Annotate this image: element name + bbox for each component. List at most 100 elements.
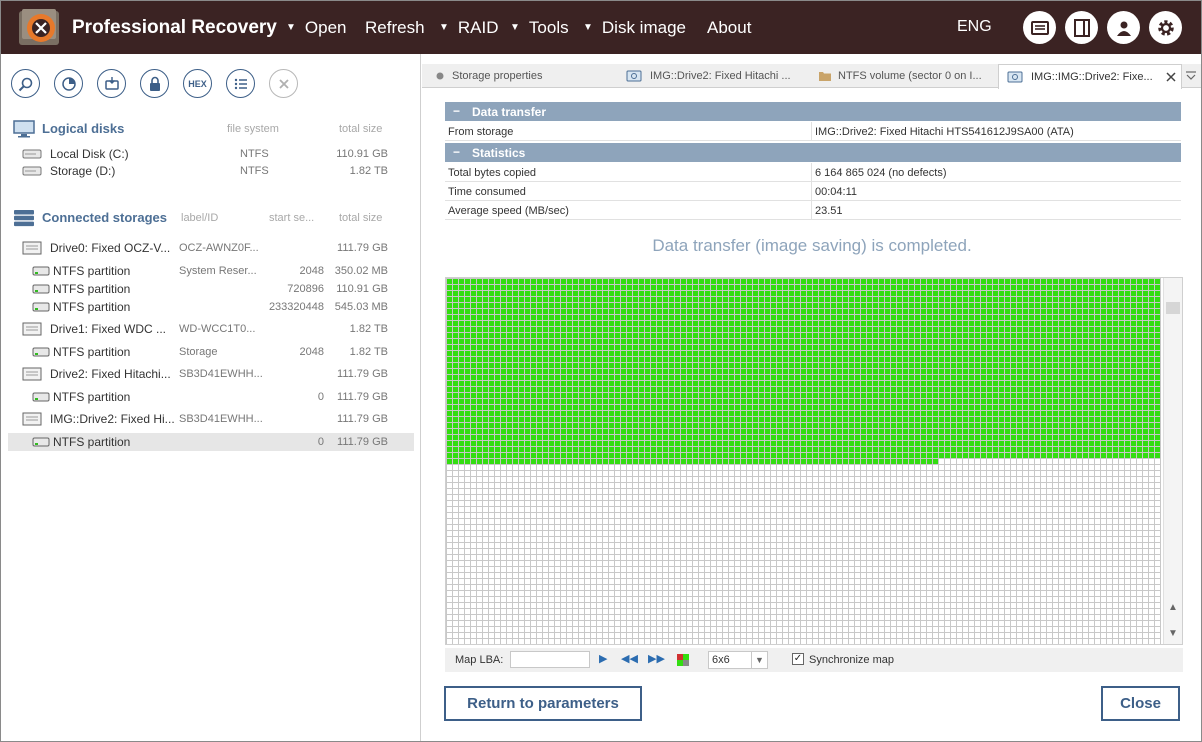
partition-icon	[32, 302, 50, 312]
sync-map-checkbox[interactable]: ✓	[792, 653, 804, 665]
storage-panel: HEX Logical disks file system total size…	[1, 54, 421, 741]
partition-item[interactable]: NTFS partition 233320448 545.03 MB	[8, 298, 414, 316]
partition-item[interactable]: NTFS partition 0 111.79 GB	[8, 388, 414, 406]
scroll-up-icon[interactable]: ▲	[1168, 602, 1178, 613]
hex-button[interactable]: HEX	[183, 69, 212, 98]
app-window: Professional Recovery ▼ Open Refresh ▼ RAI…	[0, 0, 1202, 742]
panel-icon	[1073, 18, 1090, 37]
encryption-button[interactable]	[140, 69, 169, 98]
partition-item[interactable]: NTFS partition Storage 2048 1.82 TB	[8, 343, 414, 361]
fast-forward-icon: ▶▶	[648, 653, 665, 665]
tab-bar: Storage properties IMG::Drive2: Fixed Hi…	[422, 64, 1201, 89]
map-legend-icon[interactable]	[677, 654, 689, 666]
map-controls: Map LBA: ▶ ◀◀ ▶▶ 6x6 ▼ ✓ Synchronize map	[445, 648, 1183, 672]
scan-button[interactable]	[11, 69, 40, 98]
account-button[interactable]	[1107, 11, 1140, 44]
image-file-icon	[104, 76, 119, 90]
menu-refresh[interactable]: Refresh	[365, 18, 425, 38]
tab-storage-properties[interactable]: Storage properties	[432, 64, 622, 88]
col-header-total-size[interactable]: total size	[339, 123, 382, 135]
storage-drive-item[interactable]: Drive0: Fixed OCZ-V... OCZ-AWNZ0F... 111.7…	[8, 239, 414, 257]
monitor-icon	[13, 120, 35, 138]
block-size-select[interactable]: 6x6 ▼	[708, 651, 768, 669]
log-button[interactable]	[1023, 11, 1056, 44]
partition-scan-button[interactable]	[54, 69, 83, 98]
close-button[interactable]: Close	[1101, 686, 1180, 721]
menu-disk-image[interactable]: ▼ Disk image	[583, 18, 686, 38]
prev-button[interactable]: ◀◀	[621, 652, 638, 665]
partition-item[interactable]: NTFS partition System Reser... 2048 350.02 …	[8, 262, 414, 280]
partition-icon	[32, 392, 50, 402]
return-to-parameters-button[interactable]: Return to parameters	[444, 686, 642, 721]
menu-arrow-icon: ▼	[439, 22, 449, 33]
partition-icon	[32, 437, 50, 447]
drive-icon	[22, 322, 42, 336]
drive-icon	[22, 412, 42, 426]
menu-about[interactable]: About	[707, 18, 751, 38]
completion-message: Data transfer (image saving) is complete…	[652, 236, 972, 255]
statistics-header[interactable]: − Statistics	[445, 143, 1181, 162]
menu-tools[interactable]: ▼ Tools	[510, 18, 569, 38]
tab-img-drive2[interactable]: IMG::Drive2: Fixed Hitachi ...	[624, 64, 814, 88]
search-icon	[18, 77, 32, 91]
rewind-icon: ◀◀	[621, 653, 638, 665]
data-transfer-header[interactable]: − Data transfer	[445, 102, 1181, 121]
map-lba-input[interactable]	[510, 651, 590, 668]
dot-icon	[436, 72, 444, 80]
storage-drive-item[interactable]: IMG::Drive2: Fixed Hi... SB3D41EWHH... 111…	[8, 410, 414, 428]
logical-disk-item[interactable]: Storage (D:) NTFS 1.82 TB	[8, 162, 414, 180]
map-scrollbar[interactable]: ▲ ▼	[1163, 278, 1182, 644]
sync-map-label: Synchronize map	[809, 654, 894, 666]
close-storage-button[interactable]	[269, 69, 298, 98]
disk-map-grid[interactable]	[446, 278, 1162, 644]
col-header-file-system[interactable]: file system	[227, 123, 279, 135]
col-header-total-size[interactable]: total size	[339, 212, 382, 224]
tab-img-img-drive2[interactable]: IMG::IMG::Drive2: Fixe...	[998, 64, 1182, 89]
disk-map[interactable]: ▲ ▼	[445, 277, 1183, 645]
scroll-down-icon[interactable]: ▼	[1168, 628, 1178, 639]
language-selector[interactable]: ENG	[957, 18, 992, 36]
storage-drive-item[interactable]: Drive1: Fixed WDC ... WD-WCC1T0... 1.82 TB	[8, 320, 414, 338]
next-button[interactable]: ▶▶	[648, 652, 665, 665]
hex-icon: HEX	[188, 78, 207, 89]
partition-icon	[32, 266, 50, 276]
main-area: Storage properties IMG::Drive2: Fixed Hi…	[422, 54, 1201, 741]
go-button[interactable]: ▶	[599, 652, 607, 665]
storage-drive-item[interactable]: Drive2: Fixed Hitachi... SB3D41EWHH... 111…	[8, 365, 414, 383]
logical-disk-item[interactable]: Local Disk (C:) NTFS 110.91 GB	[8, 145, 414, 163]
chevron-down-icon: ▼	[751, 652, 767, 668]
col-header-start-sector[interactable]: start se...	[269, 212, 314, 224]
top-bar: Professional Recovery ▼ Open Refresh ▼ RAI…	[1, 1, 1201, 54]
partition-scan-icon	[61, 76, 76, 91]
partition-icon	[32, 347, 50, 357]
hard-drive-icon	[22, 166, 42, 176]
stat-row: Time consumed 00:04:11	[445, 182, 1181, 201]
scroll-thumb[interactable]	[1166, 302, 1180, 314]
app-logo-icon	[19, 9, 59, 45]
list-icon	[234, 78, 247, 89]
collapse-icon: −	[453, 145, 461, 159]
menu-open[interactable]: ▼ Open	[286, 18, 347, 38]
storage-stack-icon	[14, 210, 34, 227]
menu-raid[interactable]: ▼ RAID	[439, 18, 499, 38]
partition-item[interactable]: NTFS partition 720896 110.91 GB	[8, 280, 414, 298]
tab-ntfs-volume[interactable]: NTFS volume (sector 0 on I...	[816, 64, 994, 88]
tab-list-dropdown-icon[interactable]	[1185, 70, 1197, 82]
play-icon: ▶	[599, 653, 608, 665]
from-storage-row: From storage IMG::Drive2: Fixed Hitachi …	[445, 122, 1181, 141]
app-title: Professional Recovery	[72, 17, 277, 38]
close-icon	[278, 78, 289, 89]
panel-toggle-button[interactable]	[1065, 11, 1098, 44]
list-button[interactable]	[226, 69, 255, 98]
log-icon	[1030, 20, 1049, 35]
col-header-label-id[interactable]: label/ID	[181, 212, 218, 224]
gear-icon	[1157, 19, 1174, 36]
menu-arrow-icon: ▼	[286, 22, 296, 33]
settings-button[interactable]	[1149, 11, 1182, 44]
menu-arrow-icon: ▼	[510, 22, 520, 33]
create-image-button[interactable]	[97, 69, 126, 98]
tab-close-icon[interactable]	[1166, 72, 1176, 82]
stat-row: Average speed (MB/sec) 23.51	[445, 201, 1181, 220]
partition-item[interactable]: NTFS partition 0 111.79 GB	[8, 433, 414, 451]
user-icon	[1116, 21, 1131, 36]
